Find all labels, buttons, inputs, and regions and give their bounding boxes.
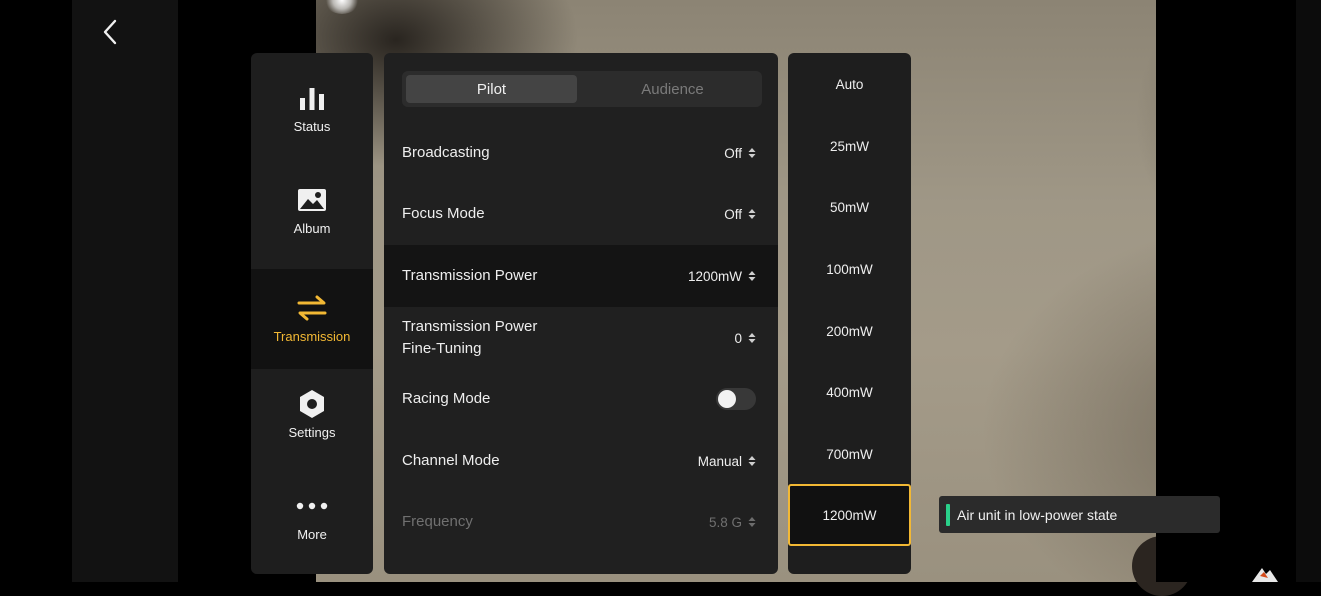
- light-hotspot: [324, 0, 360, 14]
- back-button[interactable]: [92, 14, 128, 50]
- power-option-200mw[interactable]: 200mW: [788, 300, 911, 362]
- setting-value: Off: [724, 146, 756, 161]
- up-down-arrows-icon: [748, 456, 756, 466]
- setting-value: Off: [724, 207, 756, 222]
- power-option-50mw[interactable]: 50mW: [788, 176, 911, 238]
- power-option-auto[interactable]: Auto: [788, 53, 911, 115]
- power-option-700mw[interactable]: 700mW: [788, 423, 911, 485]
- bar-chart-icon: [299, 84, 325, 112]
- setting-value: 0: [734, 331, 756, 346]
- channel-mode-value: Manual: [697, 453, 742, 469]
- setting-label: Racing Mode: [402, 390, 491, 407]
- fine-tuning-label-line2: Fine-Tuning: [402, 340, 482, 357]
- setting-label: Transmission Power: [402, 267, 538, 284]
- setting-label: Focus Mode: [402, 205, 485, 222]
- power-options-list: Auto 25mW 50mW 100mW 200mW 400mW 700mW 1…: [788, 53, 911, 574]
- fine-tuning-label-line1: Transmission Power: [402, 318, 538, 335]
- setting-row-focus-mode[interactable]: Focus Mode Off: [384, 183, 778, 245]
- up-down-arrows-icon: [748, 333, 756, 343]
- setting-row-transmission-power[interactable]: Transmission Power 1200mW: [384, 245, 778, 307]
- background-left: [0, 0, 72, 582]
- nav-label-status: Status: [293, 119, 331, 134]
- broadcasting-value: Off: [724, 145, 742, 161]
- pilot-audience-tabs: Pilot Audience: [402, 71, 762, 107]
- nav-item-transmission[interactable]: Transmission: [251, 269, 373, 369]
- side-nav: Status Album Transmission Settings More: [251, 53, 373, 574]
- up-down-arrows-icon: [748, 209, 756, 219]
- setting-row-racing-mode: Racing Mode: [384, 368, 778, 430]
- setting-row-fine-tuning[interactable]: Transmission Power Fine-Tuning 0: [384, 307, 778, 369]
- racing-mode-toggle[interactable]: [716, 388, 756, 410]
- tab-audience[interactable]: Audience: [587, 75, 758, 103]
- fine-tuning-value: 0: [734, 330, 742, 346]
- up-down-arrows-icon: [748, 148, 756, 158]
- power-option-400mw[interactable]: 400mW: [788, 361, 911, 423]
- background-right-edge: [1296, 0, 1321, 582]
- corner-emblem-icon: [1252, 568, 1278, 582]
- swap-arrows-icon: [296, 294, 328, 322]
- setting-label: Channel Mode: [402, 452, 500, 469]
- image-icon: [297, 186, 327, 214]
- toast-indicator-bar: [946, 503, 950, 526]
- setting-row-broadcasting[interactable]: Broadcasting Off: [384, 122, 778, 184]
- nav-item-more[interactable]: More: [251, 467, 373, 567]
- setting-label: Broadcasting: [402, 144, 490, 161]
- power-option-100mw[interactable]: 100mW: [788, 238, 911, 300]
- nav-label-transmission: Transmission: [273, 329, 351, 344]
- setting-value: Manual: [698, 454, 756, 469]
- tab-pilot[interactable]: Pilot: [406, 75, 577, 103]
- frequency-value: 5.8 G: [708, 514, 742, 530]
- background-strip: [72, 0, 178, 582]
- transmission-power-value: 1200mW: [687, 268, 742, 284]
- nav-label-settings: Settings: [288, 425, 336, 440]
- focus-mode-value: Off: [724, 206, 742, 222]
- power-option-25mw[interactable]: 25mW: [788, 115, 911, 177]
- toggle-knob: [718, 390, 736, 408]
- power-option-1200mw[interactable]: 1200mW: [788, 484, 911, 546]
- setting-row-channel-mode[interactable]: Channel Mode Manual: [384, 430, 778, 492]
- setting-value: 5.8 G: [709, 515, 756, 530]
- setting-label: Frequency: [402, 513, 473, 530]
- setting-value: 1200mW: [688, 269, 756, 284]
- more-dots-icon: [296, 492, 328, 520]
- nav-item-settings[interactable]: Settings: [251, 365, 373, 465]
- setting-label: Transmission Power Fine-Tuning: [402, 316, 537, 360]
- up-down-arrows-icon: [748, 517, 756, 527]
- setting-row-frequency: Frequency 5.8 G: [384, 491, 778, 553]
- hexagon-gear-icon: [298, 390, 326, 418]
- chevron-left-icon: [103, 19, 117, 45]
- toast-text: Air unit in low-power state: [957, 506, 1118, 523]
- nav-label-more: More: [297, 527, 327, 542]
- nav-item-album[interactable]: Album: [251, 161, 373, 261]
- status-toast: Air unit in low-power state: [939, 496, 1220, 533]
- nav-label-album: Album: [293, 221, 331, 236]
- up-down-arrows-icon: [748, 271, 756, 281]
- nav-item-status[interactable]: Status: [251, 59, 373, 159]
- transmission-settings-panel: Pilot Audience Broadcasting Off Focus Mo…: [384, 53, 778, 574]
